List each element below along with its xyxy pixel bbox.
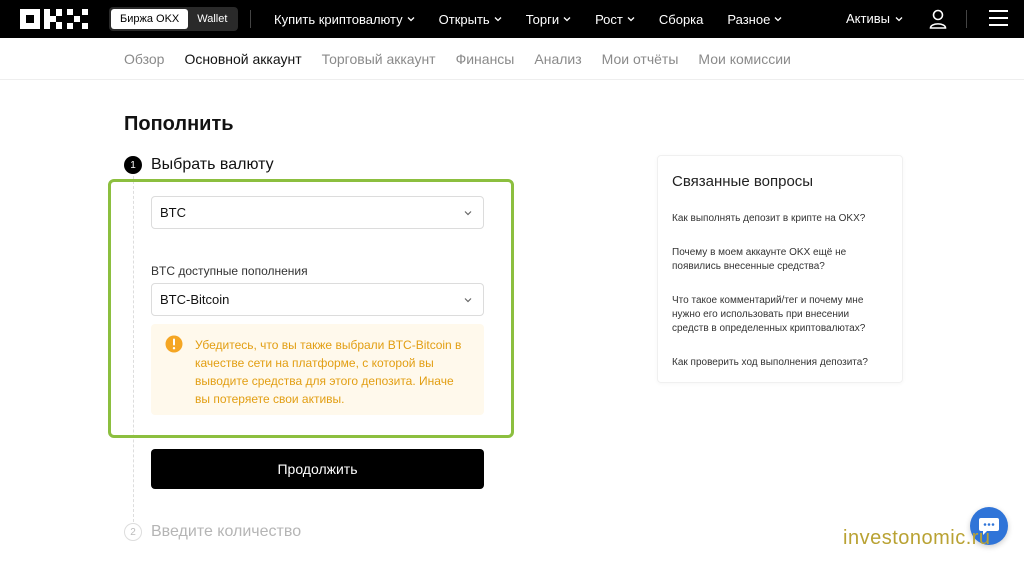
- chevron-down-icon: [494, 17, 502, 22]
- tab-overview[interactable]: Обзор: [124, 51, 164, 67]
- warning-text: Убедитесь, что вы также выбрали BTC-Bitc…: [195, 338, 462, 406]
- menu-label: Купить криптовалюту: [274, 11, 403, 27]
- wallet-tab[interactable]: Wallet: [188, 9, 236, 29]
- exchange-wallet-switch: Биржа OKX Wallet: [109, 7, 239, 31]
- currency-value: BTC: [160, 205, 186, 220]
- menu-icon[interactable]: [989, 10, 1008, 26]
- related-link[interactable]: Что такое комментарий/тег и почему мне н…: [672, 294, 888, 336]
- step-2: 2 Введите количество: [124, 523, 301, 541]
- network-select[interactable]: BTC-Bitcoin: [151, 283, 484, 316]
- network-value: BTC-Bitcoin: [160, 292, 230, 307]
- related-link[interactable]: Как выполнять депозит в крипте на OKX?: [672, 212, 888, 226]
- menu-trade[interactable]: Торги: [526, 12, 571, 27]
- chevron-down-icon: [563, 17, 571, 22]
- menu-open[interactable]: Открыть: [439, 12, 502, 27]
- step-1: 1 Выбрать валюту: [124, 156, 274, 174]
- exchange-tab[interactable]: Биржа OKX: [111, 9, 189, 29]
- menu-more[interactable]: Разное: [727, 12, 782, 27]
- network-warning: Убедитесь, что вы также выбрали BTC-Bitc…: [151, 324, 484, 415]
- menu-build[interactable]: Сборка: [659, 12, 704, 27]
- network-label: BTC доступные пополнения: [151, 264, 308, 278]
- divider: [966, 10, 967, 28]
- top-navbar: Биржа OKX Wallet Купить криптовалюту Отк…: [0, 0, 1024, 38]
- warning-icon: [165, 335, 183, 353]
- tab-main-account[interactable]: Основной аккаунт: [184, 51, 301, 67]
- chevron-down-icon: [627, 17, 635, 22]
- menu-label: Рост: [595, 11, 623, 27]
- tab-finance[interactable]: Финансы: [456, 51, 515, 67]
- divider: [250, 10, 251, 28]
- step-title: Выбрать валюту: [151, 156, 274, 173]
- main-menu: Купить криптовалюту Открыть Торги Рост С…: [274, 0, 782, 38]
- menu-label: Открыть: [438, 11, 490, 27]
- currency-select[interactable]: BTC: [151, 196, 484, 229]
- related-questions-panel: Связанные вопросы Как выполнять депозит …: [657, 155, 903, 383]
- assets-menu[interactable]: Активы: [846, 11, 903, 26]
- menu-label: Разное: [727, 11, 771, 27]
- tab-analysis[interactable]: Анализ: [534, 51, 581, 67]
- step-number: 1: [124, 156, 142, 174]
- user-icon[interactable]: [929, 9, 947, 29]
- continue-button[interactable]: Продолжить: [151, 449, 484, 489]
- chevron-down-icon: [464, 210, 472, 215]
- page-title: Пополнить: [124, 113, 234, 135]
- chevron-down-icon: [407, 17, 415, 22]
- chevron-down-icon: [895, 16, 903, 21]
- related-link[interactable]: Почему в моем аккаунте OKX ещё не появил…: [672, 246, 888, 274]
- chevron-down-icon: [464, 297, 472, 302]
- menu-label: Сборка: [658, 11, 704, 27]
- step-title: Введите количество: [151, 523, 302, 540]
- account-subnav: Обзор Основной аккаунт Торговый аккаунт …: [0, 38, 1024, 80]
- tab-my-fees[interactable]: Мои комиссии: [698, 51, 790, 67]
- related-link[interactable]: Как проверить ход выполнения депозита?: [672, 356, 888, 370]
- menu-label: Торги: [525, 11, 560, 27]
- assets-label: Активы: [846, 11, 890, 26]
- okx-logo[interactable]: [20, 9, 88, 29]
- chevron-down-icon: [774, 17, 782, 22]
- menu-grow[interactable]: Рост: [595, 12, 635, 27]
- tab-my-reports[interactable]: Мои отчёты: [602, 51, 679, 67]
- related-title: Связанные вопросы: [672, 173, 814, 190]
- menu-buy-crypto[interactable]: Купить криптовалюту: [274, 12, 415, 27]
- tab-trading-account[interactable]: Торговый аккаунт: [322, 51, 436, 67]
- watermark: investonomic.ru: [843, 527, 991, 549]
- step-number: 2: [124, 523, 142, 541]
